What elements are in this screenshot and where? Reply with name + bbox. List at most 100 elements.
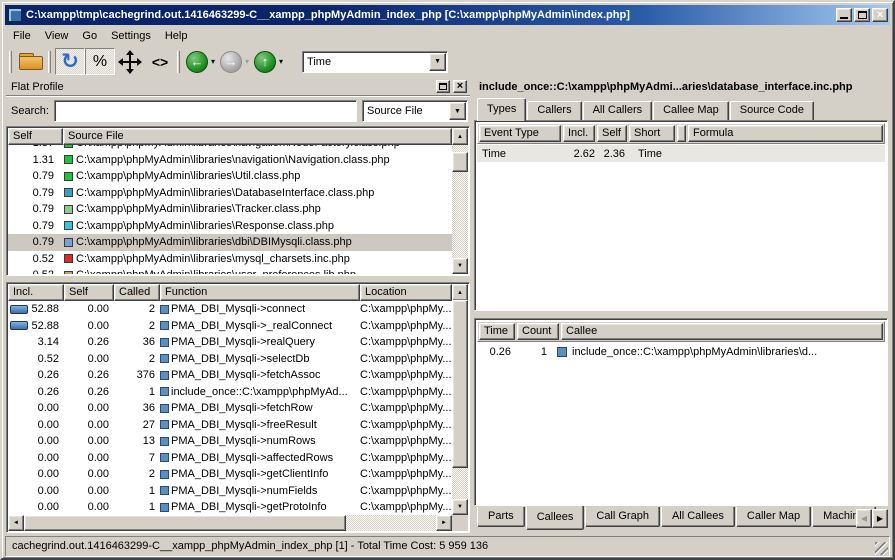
function-row[interactable]: 0.00 0.00 7 PMA_DBI_Mysqli->affectedRows… [8, 450, 452, 467]
source-file-row[interactable]: 0.52 C:\xampp\phpMyAdmin\libraries\user_… [8, 267, 452, 274]
event-type-row[interactable]: Time 2.62 2.36 Time [477, 145, 885, 162]
tab-scroll-right-button[interactable]: ▶ [872, 509, 888, 528]
function-row[interactable]: 0.00 0.00 2 PMA_DBI_Mysqli->getClientInf… [8, 466, 452, 483]
function-list-hscrollbar[interactable]: ◄ ► [8, 515, 452, 531]
relative-cost-button[interactable]: <> [145, 48, 175, 75]
function-row[interactable]: 0.52 0.00 2 PMA_DBI_Mysqli->selectDb C:\… [8, 351, 452, 368]
forward-button[interactable]: → [220, 51, 242, 73]
cost-color-icon [64, 205, 73, 214]
function-row[interactable]: 0.00 0.00 1 PMA_DBI_Mysqli->getProtoInfo… [8, 499, 452, 515]
scroll-up-button[interactable]: ▲ [452, 128, 468, 145]
column-header-called[interactable]: Called [114, 284, 160, 301]
toolbar-handle[interactable] [177, 51, 180, 73]
up-dropdown-arrow[interactable]: ▾ [279, 57, 283, 66]
source-file-row[interactable]: 0.79 C:\xampp\phpMyAdmin\libraries\dbi\D… [8, 234, 452, 251]
source-file-row[interactable]: 0.79 C:\xampp\phpMyAdmin\libraries\Datab… [8, 185, 452, 202]
dock-float-button[interactable] [436, 80, 450, 93]
detail-tab[interactable]: Types [477, 98, 526, 121]
function-icon [160, 486, 169, 495]
function-row[interactable]: 0.26 0.26 376 PMA_DBI_Mysqli->fetchAssoc… [8, 367, 452, 384]
scrollbar-track[interactable] [452, 145, 468, 258]
file-list-vscrollbar[interactable]: ▲ ▼ [452, 128, 468, 274]
scroll-left-button[interactable]: ◄ [8, 515, 24, 531]
minimize-button[interactable] [836, 8, 852, 22]
detail-tab[interactable]: Callee Map [653, 101, 729, 120]
source-file-row[interactable]: 0.52 C:\xampp\phpMyAdmin\libraries\mysql… [8, 251, 452, 268]
column-header-formula[interactable]: Formula [688, 125, 883, 142]
column-header-count[interactable]: Count [517, 323, 559, 340]
scroll-up-button[interactable]: ▲ [452, 284, 468, 301]
function-row[interactable]: 3.14 0.26 36 PMA_DBI_Mysqli->realQuery C… [8, 334, 452, 351]
function-row[interactable]: 0.26 0.26 1 include_once::C:\xampp\phpMy… [8, 384, 452, 401]
column-header-source-file[interactable]: Source File [63, 128, 452, 145]
maximize-button[interactable] [854, 8, 870, 22]
source-file-row[interactable]: 1.31 C:\xampp\phpMyAdmin\libraries\navig… [8, 152, 452, 169]
source-file-row[interactable]: 0.79 C:\xampp\phpMyAdmin\libraries\Respo… [8, 218, 452, 235]
column-header-short[interactable]: Short [629, 125, 675, 142]
function-list-vscrollbar[interactable]: ▲ ▼ [452, 284, 468, 515]
detail-tab[interactable]: All Callees [661, 507, 735, 527]
reload-button[interactable]: ↻ [55, 48, 85, 75]
tab-scroll-left-button[interactable]: ◀ [856, 509, 872, 528]
menu-item[interactable]: Help [158, 27, 195, 45]
column-header-function[interactable]: Function [160, 284, 360, 301]
scrollbar-thumb[interactable] [452, 152, 468, 172]
forward-dropdown-arrow[interactable]: ▾ [245, 57, 249, 66]
column-header-callee[interactable]: Callee [561, 323, 883, 340]
scrollbar-track[interactable] [346, 515, 436, 531]
search-input[interactable] [54, 100, 357, 122]
open-file-button[interactable] [16, 48, 46, 75]
detail-tab[interactable]: Callers [527, 101, 581, 120]
source-file-row[interactable]: 0.79 C:\xampp\phpMyAdmin\libraries\Track… [8, 201, 452, 218]
function-row[interactable]: 0.00 0.00 1 PMA_DBI_Mysqli->numFields C:… [8, 483, 452, 500]
column-header-self[interactable]: Self [597, 125, 627, 142]
source-file-row[interactable]: 0.79 C:\xampp\phpMyAdmin\libraries\Util.… [8, 168, 452, 185]
detail-tab[interactable]: All Callers [583, 101, 653, 120]
function-row[interactable]: 52.88 0.00 2 PMA_DBI_Mysqli->_realConnec… [8, 318, 452, 335]
up-button[interactable]: ↑ [254, 51, 276, 73]
toolbar-handle[interactable] [48, 51, 51, 73]
column-header-incl[interactable]: Incl. [8, 284, 64, 301]
expand-cost-button[interactable] [115, 48, 145, 75]
scroll-down-button[interactable]: ▼ [452, 258, 468, 274]
menu-item[interactable]: Go [75, 27, 104, 45]
column-header-self[interactable]: Self [64, 284, 114, 301]
group-by-selector[interactable]: Source File ▼ [362, 100, 468, 122]
scroll-right-button[interactable]: ► [436, 515, 452, 531]
column-header-location[interactable]: Location [360, 284, 452, 301]
close-button[interactable]: × [872, 8, 888, 22]
scroll-down-button[interactable]: ▼ [452, 499, 468, 515]
combo-dropdown-button[interactable]: ▼ [449, 102, 466, 120]
called-count-cell: 2 [114, 320, 160, 332]
column-header-incl[interactable]: Incl. [563, 125, 595, 142]
event-type-selector[interactable]: Time ▼ [302, 51, 448, 73]
function-row[interactable]: 0.00 0.00 13 PMA_DBI_Mysqli->numRows C:\… [8, 433, 452, 450]
dock-close-button[interactable]: × [453, 80, 467, 93]
detail-tab[interactable]: Parts [477, 507, 525, 527]
function-row[interactable]: 0.00 0.00 27 PMA_DBI_Mysqli->freeResult … [8, 417, 452, 434]
back-dropdown-arrow[interactable]: ▾ [211, 57, 215, 66]
menu-item[interactable]: Settings [104, 27, 158, 45]
detail-tab[interactable]: Caller Map [736, 507, 811, 527]
column-header-self[interactable]: Self [8, 128, 63, 145]
column-header-event-type[interactable]: Event Type [479, 125, 561, 142]
column-header-spacer[interactable] [677, 125, 686, 142]
percentage-toggle-button[interactable]: % [85, 48, 115, 75]
toolbar-handle[interactable] [9, 51, 12, 73]
resize-grip[interactable] [875, 542, 888, 555]
combo-dropdown-button[interactable]: ▼ [429, 53, 446, 71]
menu-item[interactable]: File [6, 27, 38, 45]
menu-item[interactable]: View [38, 27, 76, 45]
detail-tab[interactable]: Callees [526, 506, 585, 530]
time-cell: 0.26 [477, 346, 517, 358]
detail-tab[interactable]: Source Code [730, 101, 814, 120]
function-row[interactable]: 0.00 0.00 36 PMA_DBI_Mysqli->fetchRow C:… [8, 400, 452, 417]
back-button[interactable]: ← [186, 51, 208, 73]
scrollbar-track[interactable] [452, 300, 468, 499]
scrollbar-thumb[interactable] [24, 515, 346, 531]
scrollbar-thumb[interactable] [452, 300, 468, 468]
callee-row[interactable]: 0.26 1 include_once::C:\xampp\phpMyAdmin… [477, 343, 885, 360]
function-row[interactable]: 52.88 0.00 2 PMA_DBI_Mysqli->connect C:\… [8, 301, 452, 318]
column-header-time[interactable]: Time [479, 323, 515, 340]
detail-tab[interactable]: Call Graph [585, 507, 660, 527]
